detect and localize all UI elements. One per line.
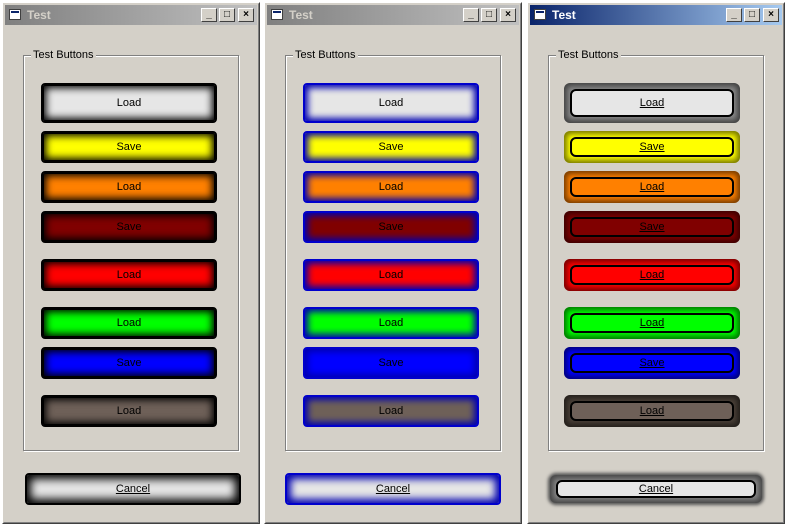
test-button-5-load[interactable]: Load bbox=[41, 259, 217, 291]
test-button-8-load[interactable]: Load bbox=[564, 395, 740, 427]
window-1-titlebar[interactable]: Test _ □ × bbox=[5, 5, 257, 25]
window-3: Test _ □ × Test Buttons Cancel Load Save L… bbox=[527, 2, 785, 524]
cancel-button[interactable]: Cancel bbox=[550, 475, 762, 503]
test-button-label: Load bbox=[378, 269, 404, 281]
test-button-label: Load bbox=[378, 317, 404, 329]
maximize-button[interactable]: □ bbox=[219, 8, 235, 22]
test-button-6-load[interactable]: Load bbox=[303, 307, 479, 339]
test-button-4-save[interactable]: Save bbox=[41, 211, 217, 243]
test-button-label: Load bbox=[639, 269, 665, 281]
window-1: Test _ □ × Test Buttons Cancel Load Save L… bbox=[2, 2, 260, 524]
test-button-6-load[interactable]: Load bbox=[41, 307, 217, 339]
test-button-2-save[interactable]: Save bbox=[564, 131, 740, 163]
window-app-icon[interactable] bbox=[534, 9, 546, 20]
window-2-titlebar[interactable]: Test _ □ × bbox=[267, 5, 519, 25]
test-button-7-save[interactable]: Save bbox=[564, 347, 740, 379]
close-button[interactable]: × bbox=[500, 8, 516, 22]
window-app-icon[interactable] bbox=[271, 9, 283, 20]
test-button-label: Save bbox=[378, 357, 404, 369]
cancel-button-label: Cancel bbox=[638, 483, 674, 495]
groupbox-label: Test Buttons bbox=[31, 49, 96, 61]
test-button-4-save[interactable]: Save bbox=[303, 211, 479, 243]
window-title: Test bbox=[27, 8, 51, 22]
test-button-label: Save bbox=[639, 357, 665, 369]
cancel-button[interactable]: Cancel bbox=[25, 473, 241, 505]
test-button-label: Load bbox=[116, 317, 142, 329]
test-button-5-load[interactable]: Load bbox=[303, 259, 479, 291]
test-button-label: Save bbox=[639, 221, 665, 233]
test-button-label: Load bbox=[639, 181, 665, 193]
test-button-4-save[interactable]: Save bbox=[564, 211, 740, 243]
test-button-label: Load bbox=[378, 181, 404, 193]
cancel-button-label: Cancel bbox=[115, 483, 151, 495]
window-title: Test bbox=[552, 8, 576, 22]
test-button-label: Load bbox=[378, 97, 404, 109]
test-button-7-save[interactable]: Save bbox=[41, 347, 217, 379]
cancel-button[interactable]: Cancel bbox=[285, 473, 501, 505]
test-button-7-save[interactable]: Save bbox=[303, 347, 479, 379]
close-button[interactable]: × bbox=[763, 8, 779, 22]
maximize-button[interactable]: □ bbox=[744, 8, 760, 22]
test-button-label: Load bbox=[639, 97, 665, 109]
minimize-button[interactable]: _ bbox=[726, 8, 742, 22]
test-button-label: Load bbox=[378, 405, 404, 417]
test-button-label: Save bbox=[378, 221, 404, 233]
test-button-1-load[interactable]: Load bbox=[41, 83, 217, 123]
test-button-label: Save bbox=[378, 141, 404, 153]
test-button-2-save[interactable]: Save bbox=[303, 131, 479, 163]
test-button-label: Load bbox=[116, 405, 142, 417]
test-button-label: Load bbox=[116, 269, 142, 281]
window-app-icon[interactable] bbox=[9, 9, 21, 20]
test-button-8-load[interactable]: Load bbox=[303, 395, 479, 427]
test-button-label: Save bbox=[116, 141, 142, 153]
test-button-label: Load bbox=[116, 97, 142, 109]
test-button-label: Save bbox=[639, 141, 665, 153]
test-button-6-load[interactable]: Load bbox=[564, 307, 740, 339]
window-2: Test _ □ × Test Buttons Cancel Load Save L… bbox=[264, 2, 522, 524]
maximize-button[interactable]: □ bbox=[481, 8, 497, 22]
test-button-1-load[interactable]: Load bbox=[303, 83, 479, 123]
test-button-2-save[interactable]: Save bbox=[41, 131, 217, 163]
test-button-label: Load bbox=[116, 181, 142, 193]
test-button-label: Save bbox=[116, 357, 142, 369]
minimize-button[interactable]: _ bbox=[463, 8, 479, 22]
groupbox-label: Test Buttons bbox=[556, 49, 621, 61]
window-title: Test bbox=[289, 8, 313, 22]
groupbox-label: Test Buttons bbox=[293, 49, 358, 61]
window-3-titlebar[interactable]: Test _ □ × bbox=[530, 5, 782, 25]
cancel-button-label: Cancel bbox=[375, 483, 411, 495]
test-button-8-load[interactable]: Load bbox=[41, 395, 217, 427]
test-button-3-load[interactable]: Load bbox=[564, 171, 740, 203]
test-button-3-load[interactable]: Load bbox=[41, 171, 217, 203]
test-button-label: Load bbox=[639, 405, 665, 417]
minimize-button[interactable]: _ bbox=[201, 8, 217, 22]
test-button-3-load[interactable]: Load bbox=[303, 171, 479, 203]
test-button-label: Save bbox=[116, 221, 142, 233]
close-button[interactable]: × bbox=[238, 8, 254, 22]
test-button-5-load[interactable]: Load bbox=[564, 259, 740, 291]
test-button-label: Load bbox=[639, 317, 665, 329]
test-button-1-load[interactable]: Load bbox=[564, 83, 740, 123]
